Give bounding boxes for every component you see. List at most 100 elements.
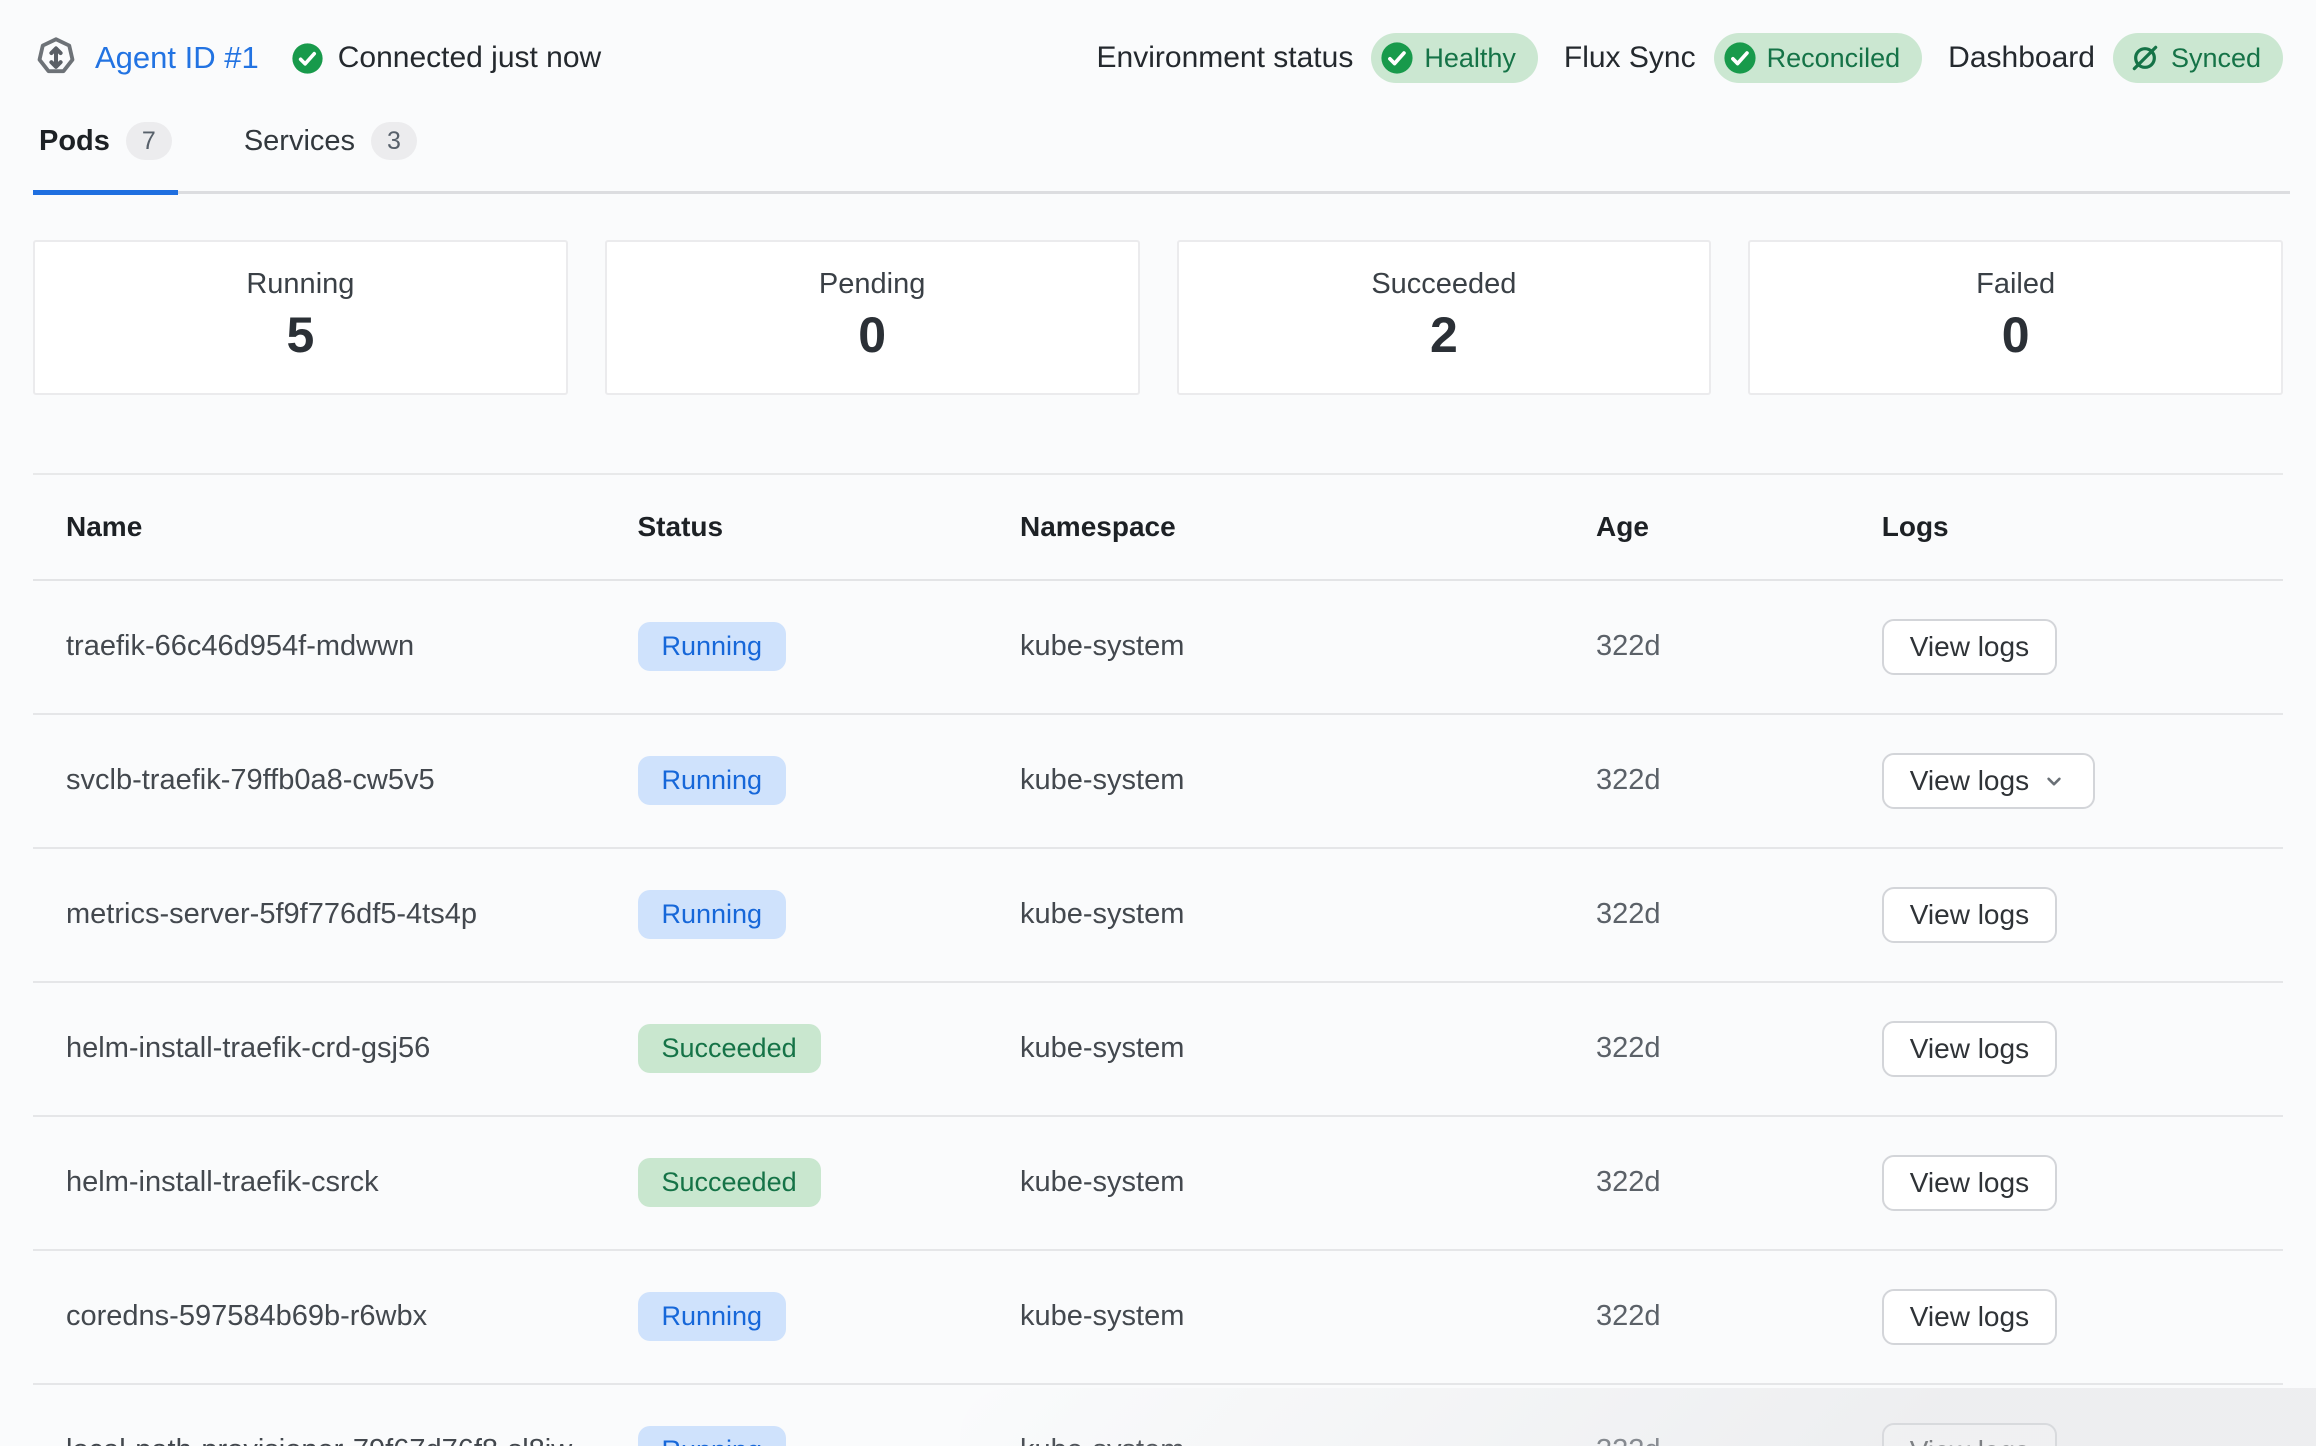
table-row: local-path-provisioner-79f67d76f8-sl8jw …: [33, 1384, 2283, 1446]
status-badge-pill: Reconciled: [1714, 33, 1923, 83]
column-header-name: Name: [33, 474, 605, 580]
stat-label: Succeeded: [1179, 268, 1710, 301]
connection-status: Connected just now: [291, 41, 602, 75]
age-cell: 322d: [1563, 714, 1849, 848]
pods-table: Name Status Namespace Age Logs traefik-6…: [33, 473, 2283, 1446]
view-logs-label: View logs: [1910, 899, 2029, 931]
table-row: helm-install-traefik-csrck Succeeded kub…: [33, 1116, 2283, 1250]
column-header-age: Age: [1563, 474, 1849, 580]
tabs: Pods 7 Services 3: [33, 116, 2290, 191]
tab-bar: Pods 7 Services 3: [33, 116, 2290, 194]
pod-name-cell: helm-install-traefik-crd-gsj56: [33, 982, 605, 1116]
dashboard-page: Agent ID #1 Connected just now Environme…: [0, 0, 2316, 1446]
view-logs-label: View logs: [1910, 631, 2029, 663]
status-badge-pill: Healthy: [1371, 33, 1538, 83]
namespace-cell: kube-system: [987, 848, 1563, 982]
stat-card: Failed 0: [1748, 240, 2283, 395]
topbar: Agent ID #1 Connected just now Environme…: [0, 0, 2316, 86]
tab-count-badge: 3: [371, 122, 417, 160]
table-row: traefik-66c46d954f-mdwwn Running kube-sy…: [33, 580, 2283, 714]
pod-name-cell: traefik-66c46d954f-mdwwn: [33, 580, 605, 714]
stat-cards: Running 5 Pending 0 Succeeded 2 Failed 0: [33, 240, 2283, 395]
namespace-cell: kube-system: [987, 1116, 1563, 1250]
view-logs-button[interactable]: View logs: [1882, 887, 2057, 943]
stat-card: Running 5: [33, 240, 568, 395]
pod-name-cell: helm-install-traefik-csrck: [33, 1116, 605, 1250]
namespace-cell: kube-system: [987, 1384, 1563, 1446]
status-group: Flux Sync Reconciled: [1564, 33, 1922, 83]
tab[interactable]: Services 3: [238, 116, 423, 195]
table-header-row: Name Status Namespace Age Logs: [33, 474, 2283, 580]
tab-label: Services: [244, 125, 355, 158]
age-cell: 322d: [1563, 1384, 1849, 1446]
status-badge-text: Reconciled: [1767, 43, 1901, 74]
column-header-status: Status: [605, 474, 988, 580]
age-cell: 322d: [1563, 848, 1849, 982]
connection-text: Connected just now: [338, 41, 602, 75]
column-header-namespace: Namespace: [987, 474, 1563, 580]
view-logs-button[interactable]: View logs: [1882, 1155, 2057, 1211]
tab-label: Pods: [39, 125, 110, 158]
stat-label: Failed: [1750, 268, 2281, 301]
pod-name-cell: svclb-traefik-79ffb0a8-cw5v5: [33, 714, 605, 848]
age-cell: 322d: [1563, 1116, 1849, 1250]
agent-status-area: Agent ID #1 Connected just now: [33, 35, 601, 81]
stat-value: 5: [35, 307, 566, 365]
status-label: Flux Sync: [1564, 41, 1696, 75]
pod-name-cell: local-path-provisioner-79f67d76f8-sl8jw: [33, 1384, 605, 1446]
age-cell: 322d: [1563, 580, 1849, 714]
table-row: svclb-traefik-79ffb0a8-cw5v5 Running kub…: [33, 714, 2283, 848]
status-badge: Succeeded: [638, 1158, 821, 1207]
status-group: Environment status Healthy: [1097, 33, 1538, 83]
table-row: metrics-server-5f9f776df5-4ts4p Running …: [33, 848, 2283, 982]
sync-icon: [2129, 42, 2161, 74]
pod-name-cell: coredns-597584b69b-r6wbx: [33, 1250, 605, 1384]
view-logs-label: View logs: [1910, 1301, 2029, 1333]
view-logs-button[interactable]: View logs: [1882, 1021, 2057, 1077]
status-badge: Running: [638, 756, 787, 805]
check-circle-icon: [291, 42, 324, 75]
view-logs-label: View logs: [1910, 1435, 2029, 1446]
view-logs-button[interactable]: View logs: [1882, 619, 2057, 675]
namespace-cell: kube-system: [987, 580, 1563, 714]
namespace-cell: kube-system: [987, 982, 1563, 1116]
stat-card: Succeeded 2: [1177, 240, 1712, 395]
column-header-logs: Logs: [1849, 474, 2283, 580]
age-cell: 322d: [1563, 982, 1849, 1116]
view-logs-button[interactable]: View logs: [1882, 753, 2095, 809]
status-badge-text: Synced: [2171, 43, 2261, 74]
view-logs-label: View logs: [1910, 1167, 2029, 1199]
tab-count-badge: 7: [126, 122, 172, 160]
environment-badges: Environment status Healthy Flux Sync: [1097, 33, 2283, 83]
pod-name-cell: metrics-server-5f9f776df5-4ts4p: [33, 848, 605, 982]
status-label: Dashboard: [1948, 41, 2095, 75]
status-label: Environment status: [1097, 41, 1354, 75]
namespace-cell: kube-system: [987, 714, 1563, 848]
stat-label: Pending: [607, 268, 1138, 301]
table-row: coredns-597584b69b-r6wbx Running kube-sy…: [33, 1250, 2283, 1384]
stat-card: Pending 0: [605, 240, 1140, 395]
stat-value: 0: [1750, 307, 2281, 365]
view-logs-label: View logs: [1910, 765, 2029, 797]
check-circle-icon: [1723, 41, 1757, 75]
view-logs-label: View logs: [1910, 1033, 2029, 1065]
table-row: helm-install-traefik-crd-gsj56 Succeeded…: [33, 982, 2283, 1116]
age-cell: 322d: [1563, 1250, 1849, 1384]
tab[interactable]: Pods 7: [33, 116, 178, 195]
view-logs-button[interactable]: View logs: [1882, 1289, 2057, 1345]
status-badge: Running: [638, 1426, 787, 1446]
status-badge: Running: [638, 890, 787, 939]
check-circle-icon: [1380, 41, 1414, 75]
view-logs-button[interactable]: View logs: [1882, 1423, 2057, 1446]
status-badge-text: Healthy: [1424, 43, 1516, 74]
chevron-down-icon: [2041, 768, 2067, 794]
agent-shield-updown-icon: [33, 35, 79, 81]
agent-id-link[interactable]: Agent ID #1: [95, 40, 259, 76]
stat-label: Running: [35, 268, 566, 301]
status-badge-pill: Synced: [2113, 33, 2283, 83]
status-badge: Running: [638, 1292, 787, 1341]
stat-value: 0: [607, 307, 1138, 365]
namespace-cell: kube-system: [987, 1250, 1563, 1384]
status-badge: Succeeded: [638, 1024, 821, 1073]
status-group: Dashboard Synced: [1948, 33, 2283, 83]
